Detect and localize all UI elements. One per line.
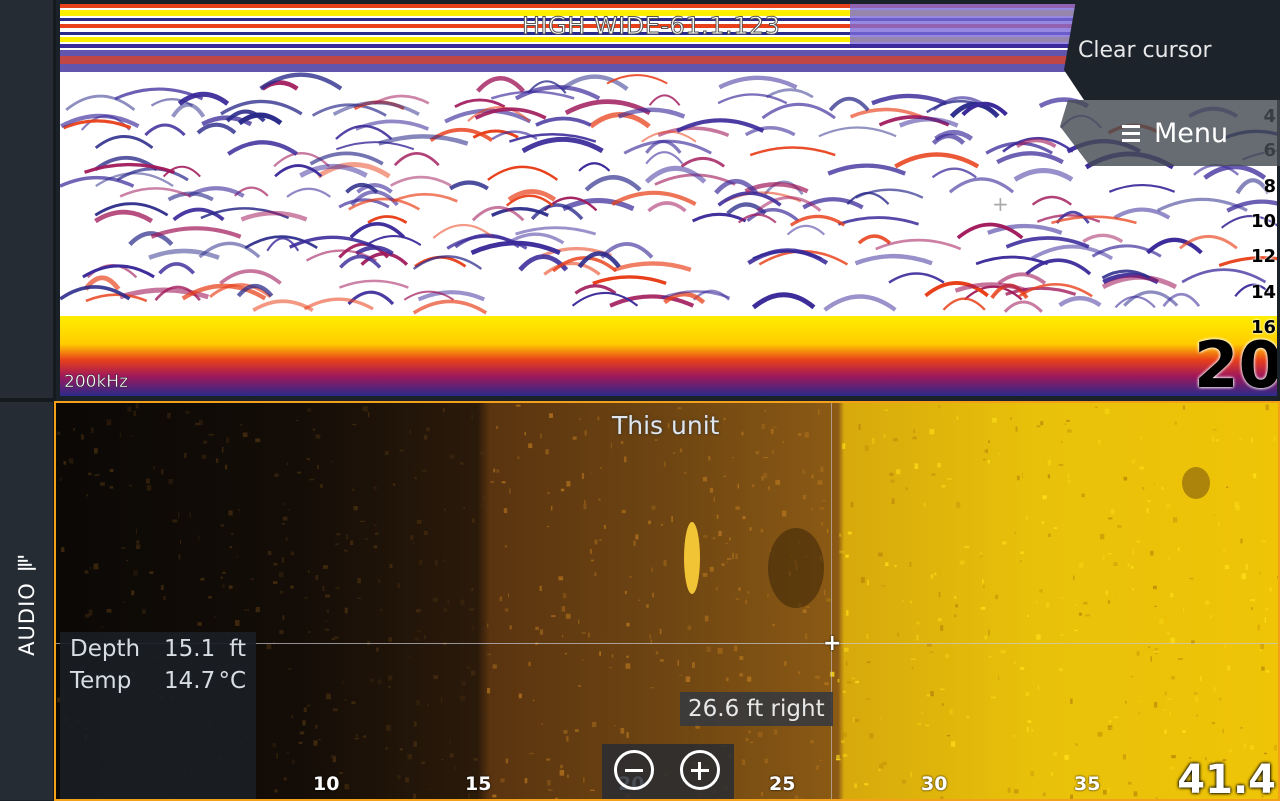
temp-label: Temp (70, 668, 131, 694)
clear-cursor-button[interactable]: Clear cursor (1064, 0, 1280, 100)
cursor-marker-icon: + (992, 192, 1009, 216)
menu-button[interactable]: Menu (1060, 100, 1280, 166)
range-tick: 10 (313, 773, 339, 795)
depth-tick: 8 (1263, 176, 1276, 197)
depth-unit: ft (229, 636, 246, 662)
depth-tick: 12 (1251, 246, 1276, 267)
rail-divider (0, 398, 53, 402)
temp-value: 14.7 (164, 668, 215, 694)
range-tick: 15 (465, 773, 491, 795)
menu-label: Menu (1154, 118, 1228, 149)
sonar-title: HIGH WIDE-61.1.123 (522, 12, 780, 40)
clear-cursor-label: Clear cursor (1078, 38, 1212, 63)
depth-range-value: 20 (1194, 334, 1277, 396)
depth-row: Depth 15.1 ft (70, 636, 252, 666)
depth-tick: 10 (1251, 211, 1276, 232)
zoom-controls (602, 744, 734, 799)
zoom-in-icon[interactable] (680, 750, 720, 790)
range-tick: 25 (769, 773, 795, 795)
frequency-label: 200kHz (64, 372, 128, 392)
audio-label: AUDIO (15, 582, 39, 656)
unit-label: This unit (612, 411, 719, 440)
temp-row: Temp 14.7 °C (70, 668, 252, 698)
sidescan-pane[interactable]: This unit + 26.6 ft right Depth 15.1 ft … (54, 401, 1280, 801)
temp-unit: °C (218, 668, 246, 694)
audio-bars-icon (18, 556, 36, 570)
range-value: 41.4 (1177, 757, 1276, 801)
range-tick: 35 (1074, 773, 1100, 795)
depth-label: Depth (70, 636, 140, 662)
depth-tick: 14 (1251, 282, 1276, 303)
audio-button[interactable]: AUDIO (0, 540, 53, 670)
depth-value: 15.1 (164, 636, 215, 662)
menu-icon (1122, 125, 1140, 142)
range-tick: 30 (921, 773, 947, 795)
crosshair-icon[interactable]: + (823, 631, 841, 656)
crosshair-vertical (831, 403, 832, 799)
zoom-out-icon[interactable] (614, 750, 654, 790)
info-panel: Depth 15.1 ft Temp 14.7 °C (60, 632, 256, 799)
cursor-distance-label: 26.6 ft right (680, 692, 833, 726)
